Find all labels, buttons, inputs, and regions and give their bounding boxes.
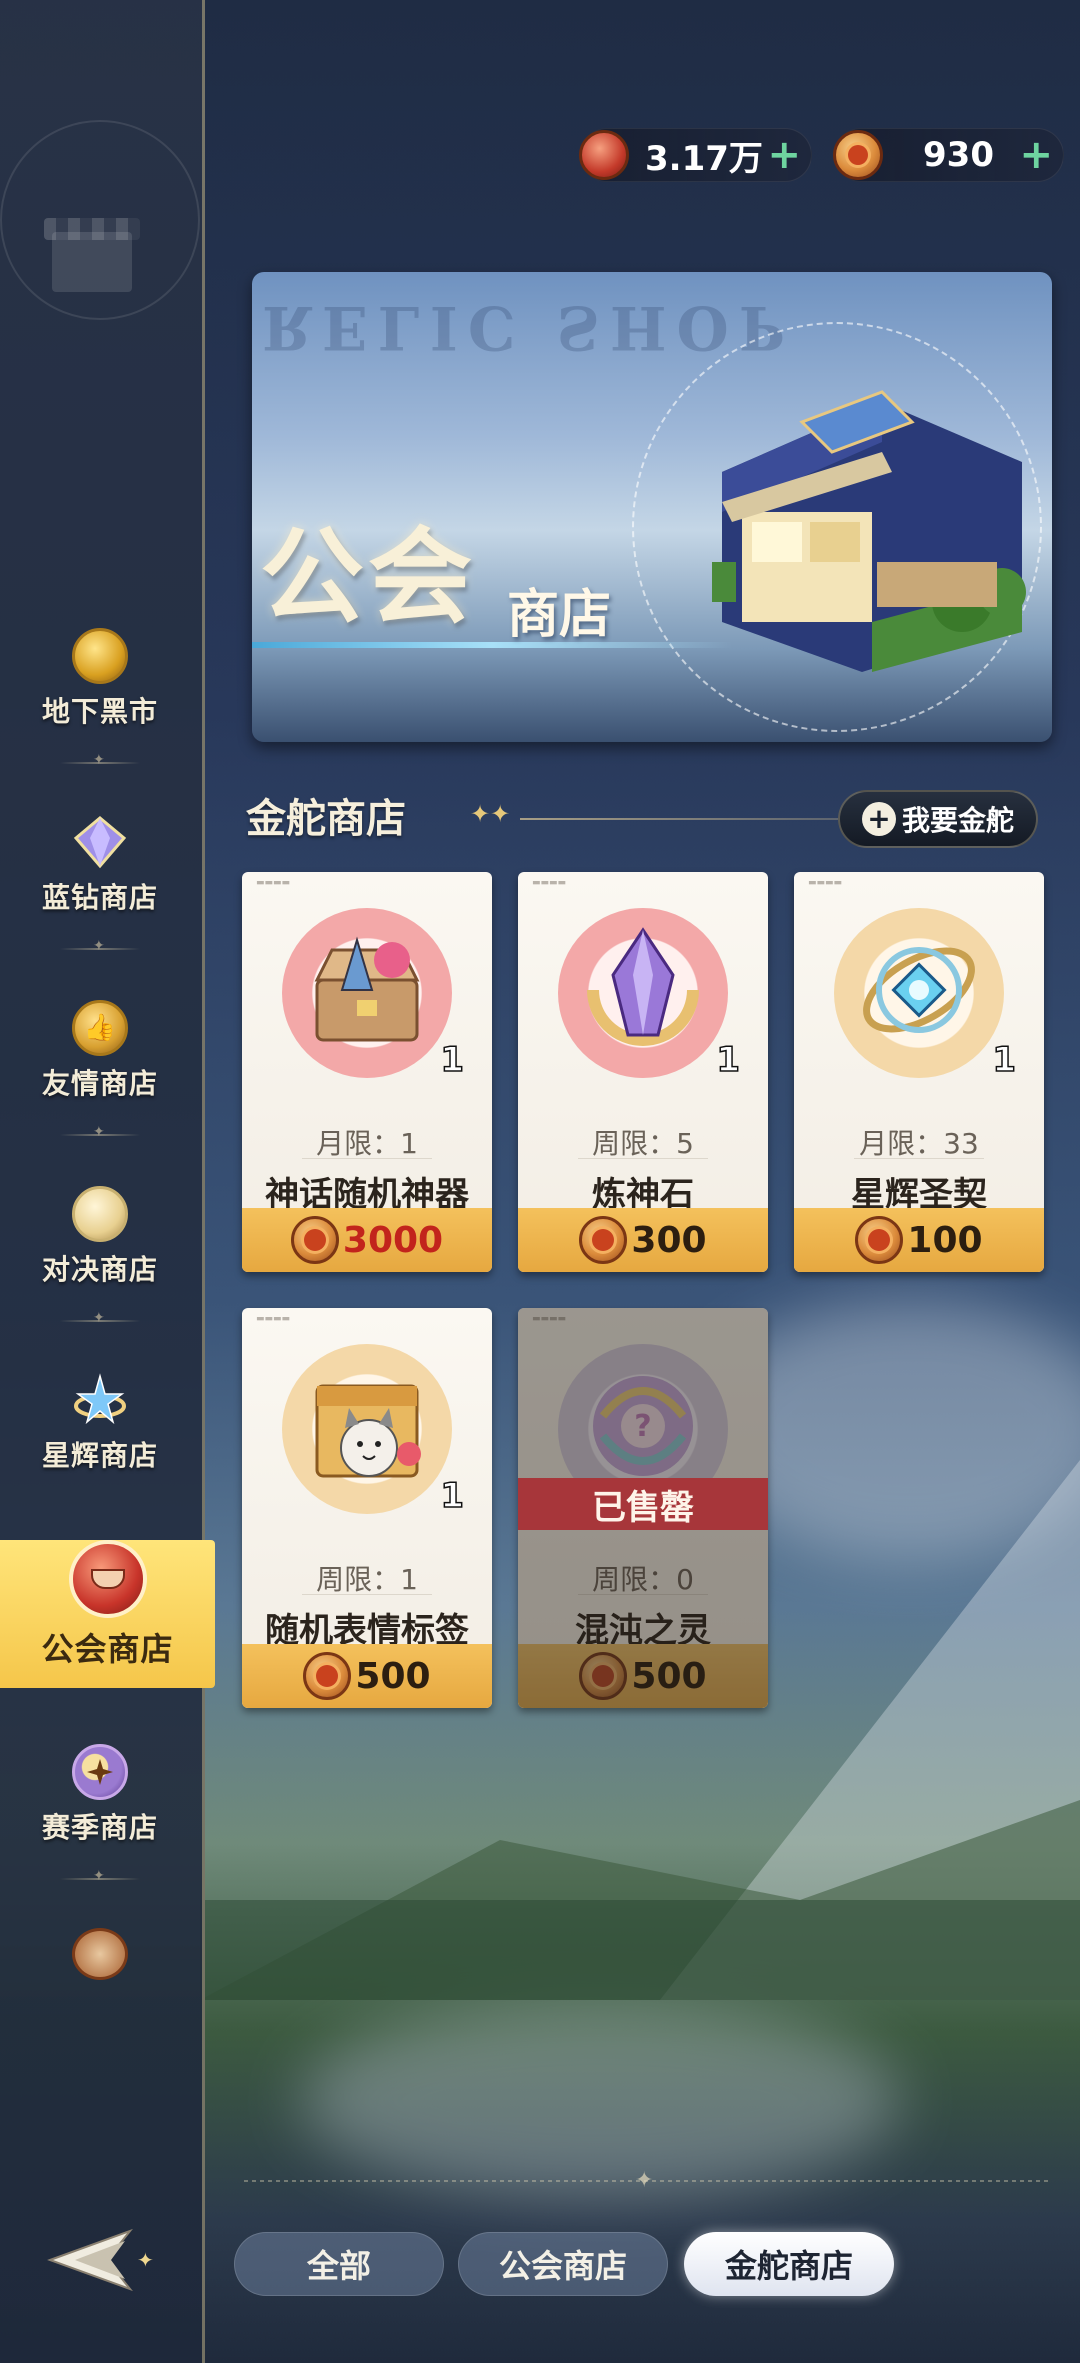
svg-text:✦: ✦ bbox=[137, 2248, 154, 2272]
back-arrow-icon: ✦ bbox=[47, 2228, 154, 2292]
thumbs-up-coin-icon: 👍 bbox=[72, 1000, 128, 1056]
limit-divider bbox=[578, 1158, 708, 1159]
tab-label: 公会商店 bbox=[498, 2247, 627, 2285]
add-currency-button[interactable]: + bbox=[767, 135, 801, 175]
card-decoration: ▬▬▬▬ bbox=[256, 1314, 291, 1324]
purchase-limit: 周限：1 bbox=[316, 1563, 418, 1596]
background-cloud bbox=[300, 2000, 900, 2200]
limit-divider bbox=[302, 1158, 432, 1159]
sun-coin-icon bbox=[290, 1216, 339, 1264]
item-quantity: 1 bbox=[716, 1039, 741, 1081]
price-bar: 500 bbox=[242, 1644, 492, 1708]
card-decoration: ▬▬▬▬ bbox=[532, 878, 567, 888]
sidebar-item-starlight-shop[interactable]: 星辉商店 bbox=[0, 1364, 200, 1514]
sidebar-item-label: 星辉商店 bbox=[41, 1439, 158, 1472]
sidebar-divider bbox=[60, 938, 140, 954]
price-bar: 300 bbox=[518, 1208, 768, 1272]
shop-emblem-icon bbox=[0, 120, 200, 320]
guild-coin-icon bbox=[68, 1540, 147, 1618]
star-coin-icon bbox=[72, 1372, 128, 1428]
tab-guild-shop[interactable]: 公会商店 bbox=[458, 2232, 668, 2296]
item-quantity: 1 bbox=[440, 1475, 465, 1517]
sun-coin-icon bbox=[303, 1652, 352, 1700]
ship-wheel-icon bbox=[72, 1928, 128, 1980]
tab-golden-rudder-shop[interactable]: 金舵商店 bbox=[684, 2232, 894, 2296]
season-coin-icon bbox=[72, 1744, 128, 1800]
shop-item-card-sold-out[interactable]: ▬▬▬▬ ? 已售罄 周限：0 混沌之灵 500 bbox=[518, 1308, 768, 1708]
purchase-limit: 月限：33 bbox=[859, 1127, 979, 1160]
duel-coin-icon bbox=[72, 1186, 128, 1242]
sidebar: 地下黑市 蓝钻商店 👍 友情商店 对决商店 星辉商店 赛季商店 bbox=[0, 0, 205, 2363]
currency-value: 3.17万 bbox=[645, 138, 763, 179]
sidebar-item-season-shop[interactable]: 赛季商店 bbox=[0, 1736, 200, 1886]
section-divider bbox=[520, 818, 860, 820]
sidebar-item-friendship-shop[interactable]: 👍 友情商店 bbox=[0, 992, 200, 1142]
blue-diamond-icon bbox=[72, 814, 128, 870]
guild-shop-banner: RELIC SHOP 公会 商店 bbox=[252, 272, 1052, 742]
item-quantity: 1 bbox=[440, 1039, 465, 1081]
purchase-limit: 月限：1 bbox=[316, 1127, 418, 1160]
purple-crystal-icon bbox=[587, 927, 699, 1046]
shop-item-card[interactable]: ▬▬▬▬ 1 周限：5 炼神石 300 bbox=[518, 872, 768, 1272]
sidebar-item-duel-shop[interactable]: 对决商店 bbox=[0, 1178, 200, 1328]
item-price: 3000 bbox=[342, 1219, 444, 1261]
currency-value: 930 bbox=[923, 135, 994, 175]
plus-circle-icon: + bbox=[861, 802, 896, 836]
banner-title-big: 公会 bbox=[260, 516, 477, 638]
treasure-chest-icon bbox=[314, 936, 420, 1042]
sidebar-item-more[interactable] bbox=[0, 1920, 200, 1980]
sun-coin-icon bbox=[833, 130, 883, 180]
gold-coin-icon bbox=[72, 628, 128, 684]
sidebar-divider bbox=[60, 1310, 140, 1326]
item-quantity: 1 bbox=[992, 1039, 1017, 1081]
sidebar-item-label: 对决商店 bbox=[41, 1253, 158, 1286]
price-bar: 3000 bbox=[242, 1208, 492, 1272]
sidebar-item-label: 公会商店 bbox=[41, 1630, 174, 1668]
price-bar: 100 bbox=[794, 1208, 1044, 1272]
item-price: 500 bbox=[355, 1655, 431, 1697]
tab-label: 全部 bbox=[306, 2247, 371, 2285]
limit-divider bbox=[854, 1158, 984, 1159]
sidebar-item-blue-diamond-shop[interactable]: 蓝钻商店 bbox=[0, 806, 200, 956]
sidebar-divider bbox=[60, 1868, 140, 1884]
add-currency-button[interactable]: + bbox=[1019, 135, 1053, 175]
bowl-coin-icon bbox=[579, 130, 629, 180]
shop-building-icon bbox=[712, 390, 1026, 672]
item-price: 100 bbox=[907, 1219, 983, 1261]
shop-item-card[interactable]: ▬▬▬▬ 1 月限：1 神话随机神器 3000 bbox=[242, 872, 492, 1272]
sidebar-item-label: 友情商店 bbox=[41, 1067, 158, 1100]
limit-divider bbox=[302, 1594, 432, 1595]
sold-out-label: 已售罄 bbox=[518, 1478, 768, 1530]
sidebar-item-guild-shop[interactable]: 公会商店 bbox=[0, 1540, 215, 1688]
banner-title-small: 商店 bbox=[507, 585, 612, 645]
banner-ghost-text: RELIC SHOP bbox=[262, 292, 794, 362]
sidebar-item-black-market[interactable]: 地下黑市 bbox=[0, 620, 200, 770]
currency-guild-coin: 3.17万 + bbox=[579, 128, 812, 182]
sun-coin-icon bbox=[579, 1216, 628, 1264]
tab-all[interactable]: 全部 bbox=[234, 2232, 444, 2296]
sidebar-item-label: 赛季商店 bbox=[41, 1811, 158, 1844]
sidebar-item-label: 地下黑市 bbox=[41, 695, 158, 728]
sun-coin-icon bbox=[855, 1216, 904, 1264]
sidebar-divider bbox=[60, 1124, 140, 1140]
star-orb-icon bbox=[863, 947, 975, 1033]
sparkle-icon: ✦✦ bbox=[470, 800, 511, 828]
shop-item-card[interactable]: ▬▬▬▬ 1 月限：33 星辉圣契 100 bbox=[794, 872, 1044, 1272]
purchase-limit: 周限：5 bbox=[592, 1127, 694, 1160]
sidebar-divider bbox=[60, 752, 140, 768]
section-title: 金舵商店 bbox=[246, 796, 406, 842]
back-button[interactable]: ✦ bbox=[40, 2220, 160, 2300]
shop-item-card[interactable]: ▬▬▬▬ 1 周限：1 随机表情标签 500 bbox=[242, 1308, 492, 1708]
card-decoration: ▬▬▬▬ bbox=[256, 878, 291, 888]
currency-sun-coin: 930 + bbox=[833, 128, 1064, 182]
get-golden-rudder-button[interactable]: + 我要金舵 bbox=[838, 790, 1038, 848]
card-decoration: ▬▬▬▬ bbox=[808, 878, 843, 888]
sidebar-item-label: 蓝钻商店 bbox=[41, 881, 158, 914]
tab-label: 金舵商店 bbox=[724, 2247, 853, 2285]
sparkle-icon: ✦ bbox=[635, 2168, 654, 2193]
item-price: 300 bbox=[631, 1219, 707, 1261]
cat-box-icon bbox=[315, 1384, 421, 1478]
button-label: 我要金舵 bbox=[901, 804, 1014, 837]
